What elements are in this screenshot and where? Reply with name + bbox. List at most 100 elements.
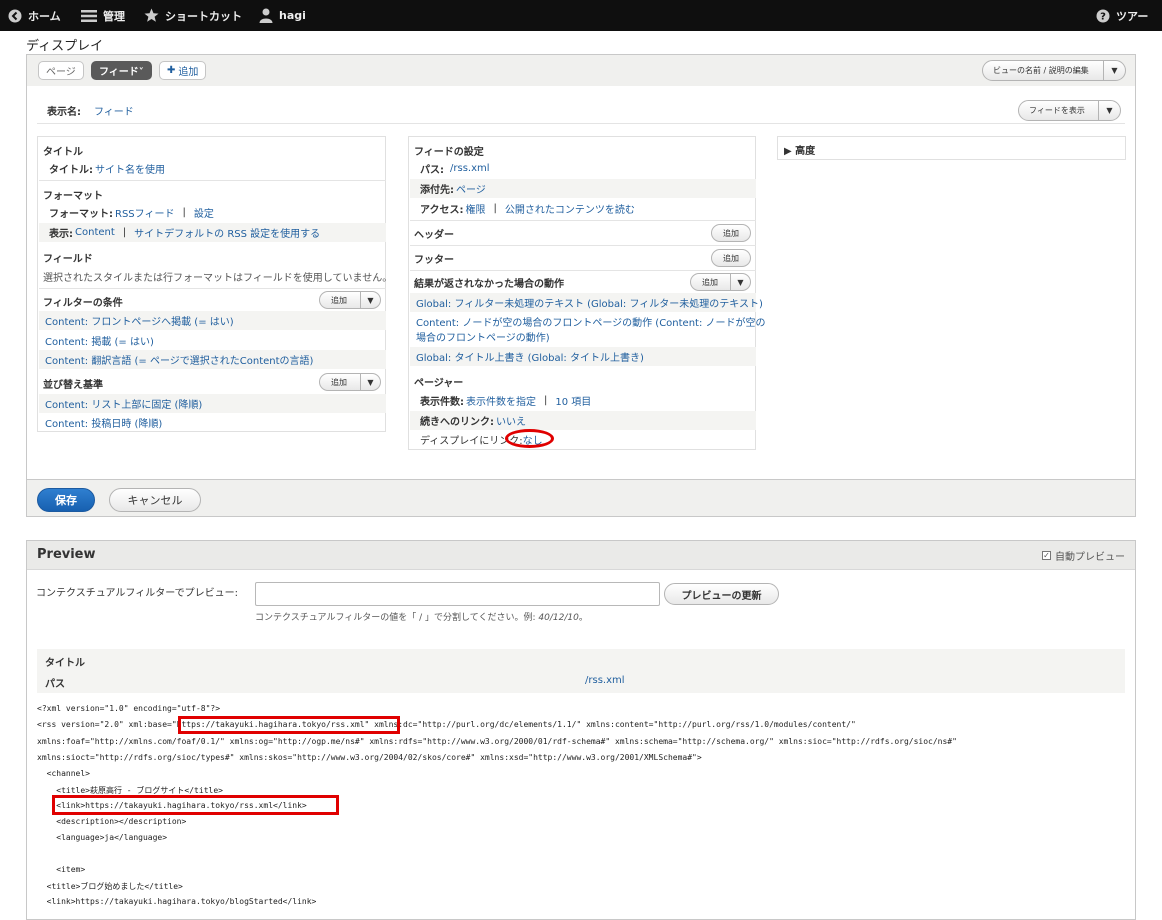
separator: | — [544, 395, 548, 406]
pager-section-heading: ページャー — [414, 378, 464, 389]
advanced-toggle[interactable]: ▶ 高度 — [784, 142, 815, 157]
cancel-button[interactable]: キャンセル — [109, 488, 201, 512]
xml-line: <link>https://takayuki.hagihara.tokyo/bl… — [37, 897, 317, 906]
xml-line: <description></description> — [37, 817, 187, 826]
auto-preview-toggle[interactable]: ✓ 自動プレビュー — [1042, 548, 1125, 563]
divider — [39, 180, 386, 181]
empty-item-continued: 場合のフロントページの動作) — [410, 328, 756, 345]
preview-path-key: パス — [45, 679, 65, 690]
view-feed-button[interactable]: フィードを表示 — [1019, 101, 1098, 120]
format-setting-row: フォーマット: RSSフィード | 設定 — [39, 203, 386, 222]
preview-path-link[interactable]: /rss.xml — [585, 675, 625, 686]
user-link[interactable]: hagi — [259, 0, 306, 31]
display-name-link[interactable]: フィード — [94, 103, 134, 118]
shortcuts-link[interactable]: ショートカット — [144, 0, 242, 31]
view-feed-dropbutton[interactable]: フィードを表示 ▼ — [1018, 100, 1121, 121]
tab-add[interactable]: ✚ 追加 — [159, 61, 207, 80]
tour-link[interactable]: ? ツアー — [1096, 0, 1148, 31]
format-value-link[interactable]: RSSフィード — [115, 205, 174, 220]
access-value-link[interactable]: 権限 — [466, 201, 486, 216]
preview-header: Preview ✓ 自動プレビュー — [27, 541, 1135, 570]
access-extra-link[interactable]: 公開されたコンテンツを読む — [505, 201, 635, 216]
show-settings-link[interactable]: サイトデフォルトの RSS 設定を使用する — [134, 225, 320, 240]
more-key: 続きへのリンク: — [420, 417, 494, 428]
user-label: hagi — [279, 9, 306, 22]
filter-item-link[interactable]: Content: 翻訳言語 (= ページで選択されたContentの言語) — [45, 352, 313, 367]
empty-item-link[interactable]: Global: タイトル上書き (Global: タイトル上書き) — [416, 349, 644, 364]
edit-name-dropbutton[interactable]: ビューの名前 / 説明の編集 ▼ — [982, 60, 1126, 81]
path-value-link[interactable]: /rss.xml — [450, 163, 490, 174]
sort-add-button[interactable]: 追加 — [320, 374, 360, 390]
display-tabs-bar: ページ フィード˅ ✚ 追加 ビューの名前 / 説明の編集 ▼ — [27, 55, 1135, 85]
format-section-heading: フォーマット — [43, 191, 103, 202]
column-basic: タイトル タイトル: サイト名を使用 フォーマット フォーマット: RSSフィー… — [37, 136, 392, 432]
show-key: 表示: — [49, 229, 73, 240]
separator: | — [182, 207, 186, 218]
sort-add-dropbutton[interactable]: 追加 ▼ — [319, 373, 381, 391]
more-link-row: 続きへのリンク: いいえ — [410, 411, 756, 430]
items-key: 表示件数: — [420, 397, 464, 408]
footer-section-heading: フッター — [414, 255, 454, 266]
display-panel: ページ フィード˅ ✚ 追加 ビューの名前 / 説明の編集 ▼ 表示名: フィー… — [26, 54, 1136, 517]
xml-line: xmlns:foaf="http://xmlns.com/foaf/0.1/" … — [37, 737, 957, 746]
sort-item-link[interactable]: Content: リスト上部に固定 (降順) — [45, 396, 202, 411]
header-section-heading: ヘッダー — [414, 230, 454, 241]
path-setting-row: パス: /rss.xml — [410, 159, 756, 178]
items-value-link[interactable]: 表示件数を指定 — [466, 393, 536, 408]
format-key: フォーマット: — [49, 209, 113, 220]
divider — [410, 245, 756, 246]
footer-add-button[interactable]: 追加 — [711, 249, 751, 267]
format-settings-link[interactable]: 設定 — [194, 205, 214, 220]
access-setting-row: アクセス: 権限 | 公開されたコンテンツを読む — [410, 199, 756, 218]
sort-item: Content: リスト上部に固定 (降順) — [39, 394, 386, 413]
chevron-down-icon[interactable]: ▼ — [730, 274, 750, 290]
column-feed: フィードの設定 パス: /rss.xml 添付先: ページ アクセス: 権限 |… — [408, 136, 766, 450]
empty-item-link[interactable]: Content: ノードが空の場合のフロントページの動作 (Content: ノ… — [416, 314, 766, 329]
auto-preview-label: 自動プレビュー — [1055, 552, 1125, 563]
chevron-down-icon[interactable]: ▼ — [360, 374, 380, 390]
title-value-link[interactable]: サイト名を使用 — [95, 161, 165, 176]
title-section-heading: タイトル — [43, 147, 83, 158]
sort-section-heading: 並び替え基準 — [43, 380, 103, 391]
feed-section-heading: フィードの設定 — [414, 147, 484, 158]
home-link[interactable]: ホーム — [8, 0, 61, 31]
chevron-down-icon[interactable]: ▼ — [1098, 101, 1120, 120]
tab-feed[interactable]: フィード˅ — [91, 61, 152, 80]
plus-icon: ✚ — [167, 65, 176, 76]
show-value-link[interactable]: Content — [75, 227, 115, 238]
filter-add-button[interactable]: 追加 — [320, 292, 360, 308]
sort-item-link[interactable]: Content: 投稿日時 (降順) — [45, 415, 162, 430]
empty-item-link[interactable]: 場合のフロントページの動作) — [416, 329, 550, 344]
manage-link[interactable]: 管理 — [81, 0, 125, 31]
show-setting-row: 表示: Content | サイトデフォルトの RSS 設定を使用する — [39, 223, 386, 242]
empty-item-link[interactable]: Global: フィルター未処理のテキスト (Global: フィルター未処理の… — [416, 295, 763, 310]
contextual-filter-help: コンテクスチュアルフィルターの値を「 / 」で分割してください。例: 40/12… — [255, 610, 588, 623]
xml-line: <?xml version="1.0" encoding="utf-8"?> — [37, 704, 221, 713]
attach-value-link[interactable]: ページ — [456, 181, 486, 196]
tab-page[interactable]: ページ — [38, 61, 84, 80]
highlight-box — [52, 795, 339, 815]
ctx-help-example: 40/12/10 — [538, 613, 579, 623]
checkbox-checked-icon[interactable]: ✓ — [1042, 551, 1051, 560]
filter-add-dropbutton[interactable]: 追加 ▼ — [319, 291, 381, 309]
column-advanced[interactable]: ▶ 高度 — [777, 136, 1126, 160]
filter-item-link[interactable]: Content: 掲載 (= はい) — [45, 333, 154, 348]
save-button[interactable]: 保存 — [37, 488, 95, 512]
title-setting-row: タイトル: サイト名を使用 — [39, 159, 386, 178]
more-value-link[interactable]: いいえ — [496, 413, 526, 428]
empty-add-dropbutton[interactable]: 追加 ▼ — [690, 273, 751, 291]
footer-add-label: 追加 — [723, 253, 739, 263]
contextual-filter-input[interactable] — [255, 582, 660, 606]
page-title: ディスプレイ — [26, 39, 104, 54]
filter-item-link[interactable]: Content: フロントページへ掲載 (= はい) — [45, 313, 234, 328]
contextual-filter-label: コンテクスチュアルフィルターでプレビュー: — [36, 588, 238, 599]
fields-section-heading: フィールド — [43, 254, 93, 265]
chevron-down-icon[interactable]: ▼ — [1103, 61, 1125, 80]
divider — [410, 220, 756, 221]
edit-name-button[interactable]: ビューの名前 / 説明の編集 — [983, 61, 1103, 80]
empty-add-button[interactable]: 追加 — [691, 274, 730, 290]
items-count-link[interactable]: 10 項目 — [555, 393, 591, 408]
header-add-button[interactable]: 追加 — [711, 224, 751, 242]
chevron-down-icon[interactable]: ▼ — [360, 292, 380, 308]
update-preview-button[interactable]: プレビューの更新 — [664, 583, 779, 605]
